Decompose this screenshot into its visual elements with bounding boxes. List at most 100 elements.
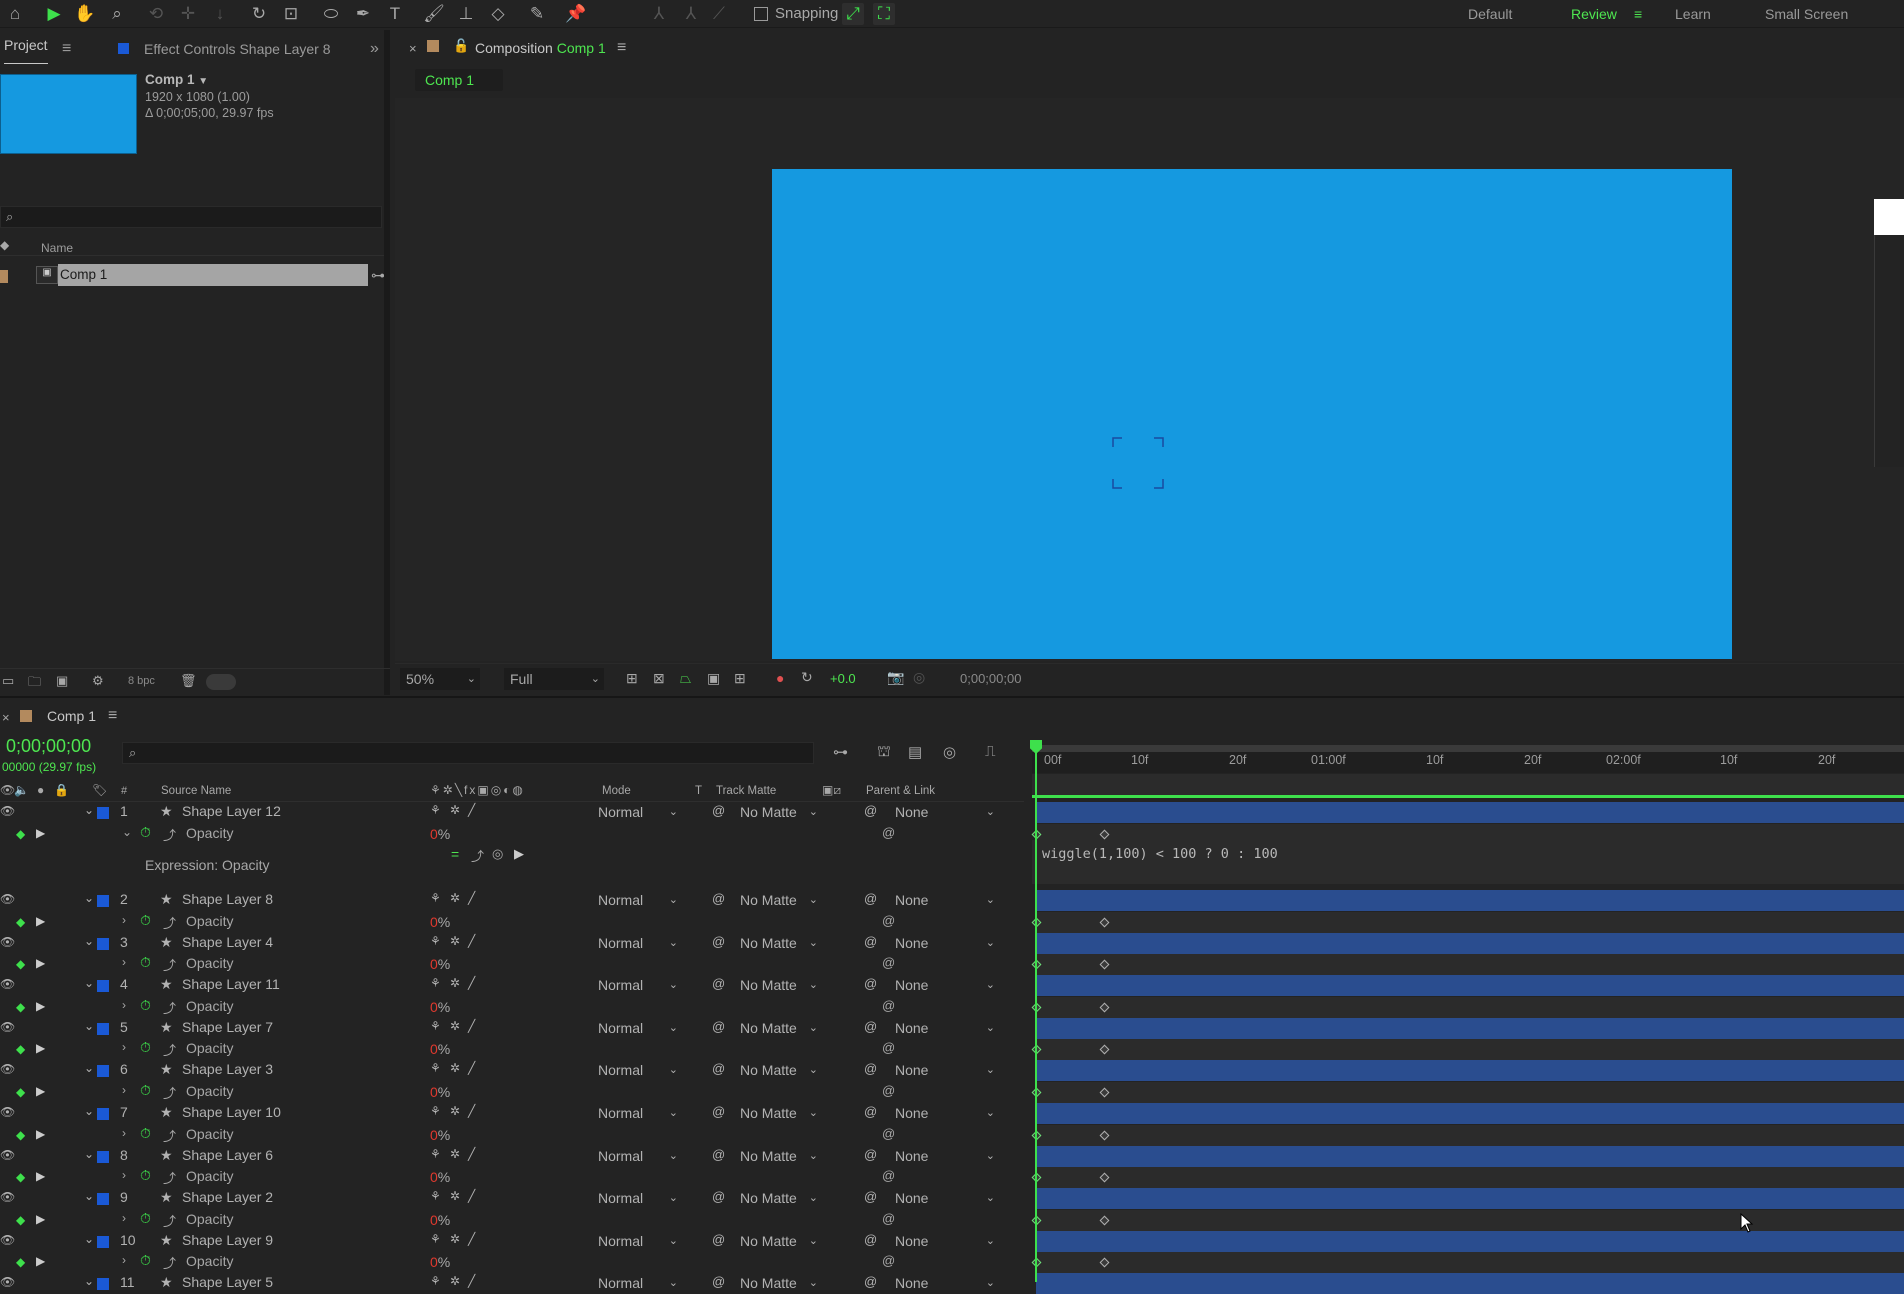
eye-icon[interactable]: 👁 bbox=[0, 1105, 15, 1119]
graph-icon[interactable]: ⤴ bbox=[163, 955, 176, 974]
shy-switch-icon[interactable]: ⚘ bbox=[430, 1104, 441, 1118]
timeline-search-input[interactable]: ⌕ bbox=[122, 742, 814, 764]
shy-switch-icon[interactable]: ⚘ bbox=[430, 1232, 441, 1246]
expression-enable-icon[interactable]: = bbox=[451, 846, 459, 862]
layer-mode-dropdown[interactable]: Normal ⌄ bbox=[598, 1273, 680, 1294]
layer-row[interactable]: 👁 ⌄ 1 ★ Shape Layer 12 ⚘ ✲ ╱ Normal ⌄ @ No Matte ⌄ @ N… bbox=[0, 802, 1024, 823]
layer-label-swatch[interactable] bbox=[97, 1065, 109, 1077]
opacity-property-row[interactable]: ◆ ▶ › ⏱ ⤴ Opacity 0% @ bbox=[0, 954, 1024, 975]
track-matte-dropdown[interactable]: No Matte ⌄ bbox=[740, 1060, 818, 1081]
view-axis-icon[interactable]: ⟋ bbox=[708, 3, 730, 25]
home-icon[interactable]: ⌂ bbox=[4, 3, 26, 25]
eye-icon[interactable]: 👁 bbox=[0, 977, 15, 991]
clone-stamp-tool-icon[interactable]: ⊥ bbox=[455, 3, 477, 25]
workspace-learn[interactable]: Learn bbox=[1675, 6, 1711, 22]
track-matte-dropdown[interactable]: No Matte ⌄ bbox=[740, 890, 818, 911]
stopwatch-icon[interactable]: ⏱ bbox=[140, 1167, 151, 1184]
close-icon[interactable]: × bbox=[409, 41, 417, 56]
chevron-down-icon[interactable]: ⌄ bbox=[84, 1104, 94, 1118]
collapse-switch-icon[interactable]: ✲ bbox=[450, 891, 460, 905]
eye-icon[interactable]: 👁 bbox=[0, 1233, 15, 1247]
layer-mode-dropdown[interactable]: Normal ⌄ bbox=[598, 1231, 680, 1252]
layer-name[interactable]: Shape Layer 6 bbox=[182, 1147, 273, 1163]
layer-duration-bar[interactable] bbox=[1036, 1146, 1904, 1167]
workspace-small-screen[interactable]: Small Screen bbox=[1765, 6, 1848, 22]
parent-dropdown[interactable]: None ⌄ bbox=[895, 1273, 995, 1294]
graph-icon[interactable]: ⤴ bbox=[163, 825, 176, 844]
eye-icon[interactable]: 👁 bbox=[0, 1275, 15, 1289]
layer-label-swatch[interactable] bbox=[97, 1278, 109, 1290]
layer-name[interactable]: Shape Layer 9 bbox=[182, 1232, 273, 1248]
keyframe-navigator-icon[interactable]: ◆ bbox=[16, 827, 25, 841]
shy-switch-icon[interactable]: ⚘ bbox=[430, 934, 441, 948]
roto-brush-tool-icon[interactable]: ✎ bbox=[526, 3, 548, 25]
keyframe-navigator-icon[interactable]: ◆ bbox=[16, 1128, 25, 1142]
graph-icon[interactable]: ⤴ bbox=[163, 1083, 176, 1102]
layer-label-swatch[interactable] bbox=[97, 980, 109, 992]
property-pickwhip-icon[interactable]: @ bbox=[882, 1168, 895, 1183]
pickwhip-icon[interactable]: @ bbox=[712, 891, 725, 906]
snapshot-icon[interactable]: 📷 bbox=[887, 669, 904, 686]
expression-editor[interactable]: wiggle(1,100) < 100 ? 0 : 100 bbox=[1032, 840, 1904, 884]
work-area-bar[interactable] bbox=[1032, 745, 1904, 752]
track-matte-dropdown[interactable]: No Matte ⌄ bbox=[740, 1231, 818, 1252]
opacity-value[interactable]: 0% bbox=[430, 1082, 450, 1103]
layer-duration-bar[interactable] bbox=[1036, 1273, 1904, 1294]
project-search-input[interactable]: ⌕ bbox=[0, 206, 382, 228]
layer-name[interactable]: Shape Layer 11 bbox=[182, 976, 280, 992]
chevron-down-icon[interactable]: ⌄ bbox=[84, 1232, 94, 1246]
shy-switch-icon[interactable]: ⚘ bbox=[430, 1019, 441, 1033]
chevron-down-icon[interactable]: ⌄ bbox=[84, 1019, 94, 1033]
property-pickwhip-icon[interactable]: @ bbox=[882, 825, 895, 840]
t-column-header[interactable]: T bbox=[695, 785, 702, 797]
layer-duration-bar[interactable] bbox=[1036, 802, 1904, 823]
keyframe-navigator-icon[interactable]: ◆ bbox=[16, 1255, 25, 1269]
chevron-right-icon[interactable]: › bbox=[122, 1126, 126, 1140]
shy-switch-icon[interactable]: ⚘ bbox=[430, 1274, 441, 1288]
workspace-menu-icon[interactable]: ≡ bbox=[1634, 6, 1642, 22]
layer-mode-dropdown[interactable]: Normal ⌄ bbox=[598, 975, 680, 996]
quality-switch-icon[interactable]: ╱ bbox=[468, 1274, 475, 1288]
track-matte-column-header[interactable]: Track Matte bbox=[716, 785, 776, 797]
puppet-pin-tool-icon[interactable]: 📌 bbox=[565, 3, 587, 25]
pickwhip-icon[interactable]: @ bbox=[712, 1147, 725, 1162]
opacity-property-row[interactable]: ◆ ▶ › ⏱ ⤴ Opacity 0% @ bbox=[0, 1039, 1024, 1060]
layer-label-swatch[interactable] bbox=[97, 807, 109, 819]
next-keyframe-icon[interactable]: ▶ bbox=[36, 914, 45, 928]
stopwatch-icon[interactable]: ⏱ bbox=[140, 1039, 151, 1056]
opacity-property-row[interactable]: ◆ ▶ › ⏱ ⤴ Opacity 0% @ bbox=[0, 997, 1024, 1018]
matte-icons[interactable]: ▣⧄ bbox=[822, 783, 841, 798]
parent-pickwhip-icon[interactable]: @ bbox=[864, 1061, 877, 1076]
opacity-value[interactable]: 0% bbox=[430, 954, 450, 975]
layer-duration-bar[interactable] bbox=[1036, 975, 1904, 996]
quality-switch-icon[interactable]: ╱ bbox=[468, 1061, 475, 1075]
property-pickwhip-icon[interactable]: @ bbox=[882, 1126, 895, 1141]
layer-name[interactable]: Shape Layer 10 bbox=[182, 1104, 281, 1120]
parent-pickwhip-icon[interactable]: @ bbox=[864, 1019, 877, 1034]
tab-composition[interactable]: Composition Comp 1 bbox=[475, 40, 606, 56]
name-column-header[interactable]: Name bbox=[41, 241, 73, 255]
layer-row[interactable]: 👁 ⌄ 10 ★ Shape Layer 9 ⚘ ✲ ╱ Normal ⌄ @ No Matte ⌄ @ N… bbox=[0, 1231, 1024, 1252]
keyframe-navigator-icon[interactable]: ◆ bbox=[16, 957, 25, 971]
chevron-down-icon[interactable]: ⌄ bbox=[84, 934, 94, 948]
layer-mode-dropdown[interactable]: Normal ⌄ bbox=[598, 1146, 680, 1167]
graph-icon[interactable]: ⤴ bbox=[163, 1211, 176, 1230]
draft-3d-icon[interactable]: ⛫ bbox=[877, 743, 891, 762]
layer-name[interactable]: Shape Layer 2 bbox=[182, 1189, 273, 1205]
region-of-interest-icon[interactable]: ▣ bbox=[707, 670, 720, 687]
stopwatch-icon[interactable]: ⏱ bbox=[140, 1125, 151, 1142]
next-keyframe-icon[interactable]: ▶ bbox=[36, 1084, 45, 1098]
ellipse-tool-icon[interactable]: ⬭ bbox=[320, 3, 342, 25]
layer-label-swatch[interactable] bbox=[97, 1108, 109, 1120]
stopwatch-icon[interactable]: ⏱ bbox=[140, 1082, 151, 1099]
shy-switch-icon[interactable]: ⚘ bbox=[430, 976, 441, 990]
dolly-camera-icon[interactable]: ↓ bbox=[209, 3, 231, 25]
keyframe-navigator-icon[interactable]: ◆ bbox=[16, 915, 25, 929]
parent-dropdown[interactable]: None ⌄ bbox=[895, 933, 995, 954]
keyframe-navigator-icon[interactable]: ◆ bbox=[16, 1000, 25, 1014]
graph-icon[interactable]: ⤴ bbox=[163, 913, 176, 932]
graph-icon[interactable]: ⤴ bbox=[163, 1168, 176, 1187]
current-time-indicator[interactable] bbox=[1035, 742, 1037, 1282]
opacity-value[interactable]: 0% bbox=[430, 912, 450, 933]
chevron-down-icon[interactable]: ⌄ bbox=[84, 1061, 94, 1075]
